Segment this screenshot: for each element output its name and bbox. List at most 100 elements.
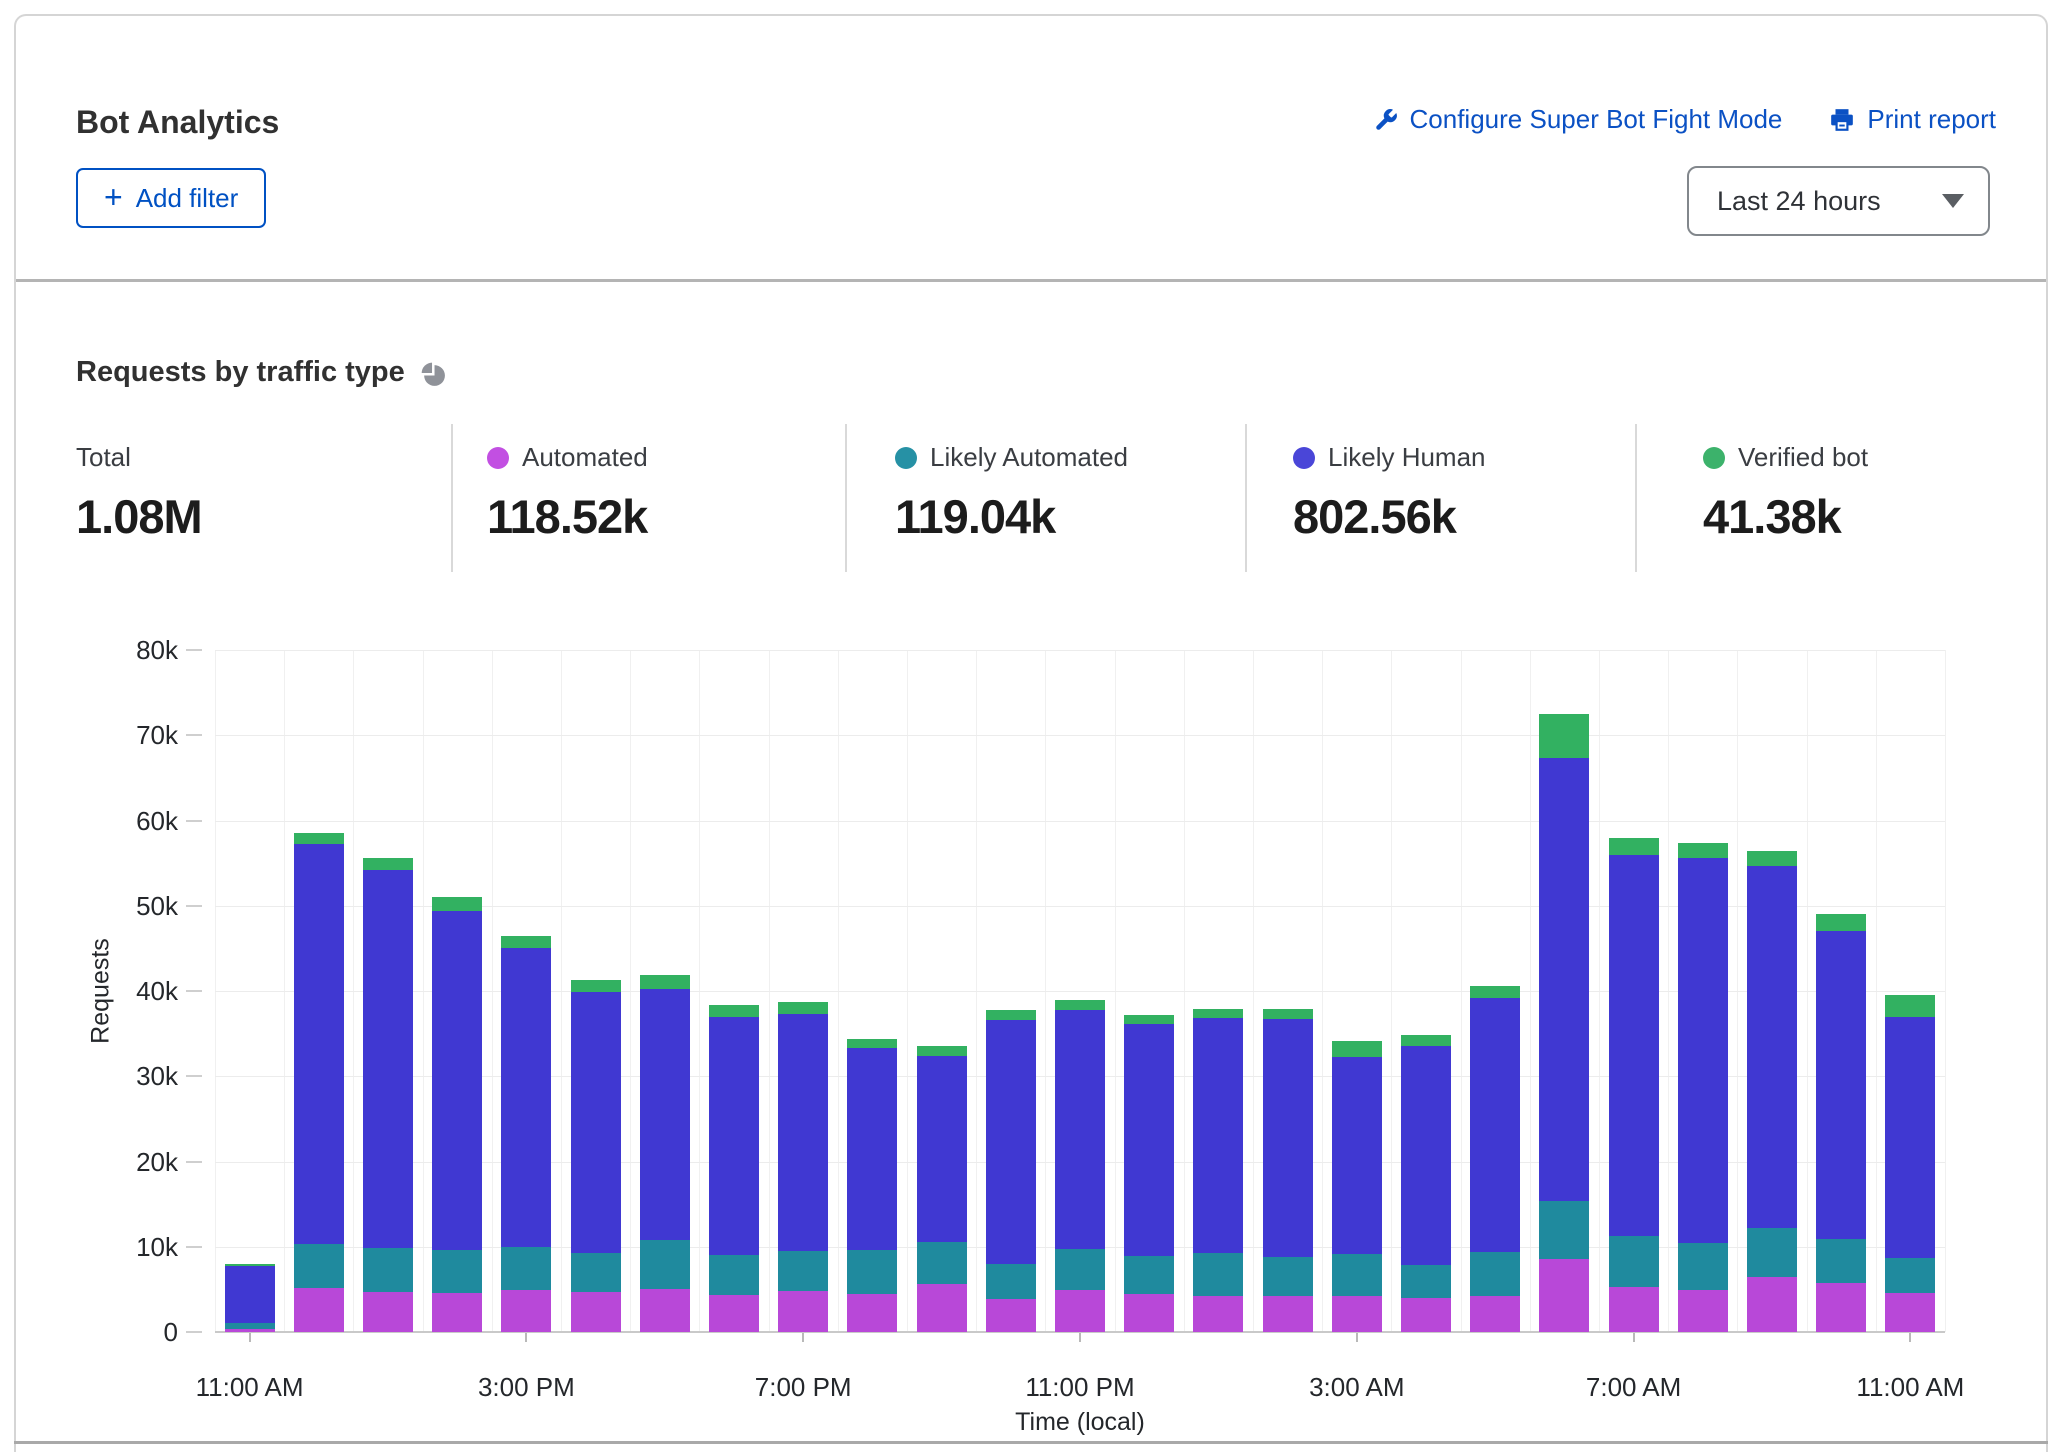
bar-segment-automated[interactable] <box>709 1295 759 1332</box>
bar-segment-likely-automated[interactable] <box>571 1253 621 1292</box>
bar-segment-likely-human[interactable] <box>1747 866 1797 1228</box>
bar-segment-verified-bot[interactable] <box>1470 986 1520 998</box>
bar-segment-likely-automated[interactable] <box>1470 1252 1520 1296</box>
bar-segment-verified-bot[interactable] <box>1401 1035 1451 1046</box>
bar-segment-automated[interactable] <box>1609 1287 1659 1332</box>
bar-segment-automated[interactable] <box>847 1294 897 1332</box>
bar-segment-automated[interactable] <box>501 1290 551 1332</box>
add-filter-button[interactable]: + Add filter <box>76 168 266 228</box>
bar-segment-verified-bot[interactable] <box>1747 851 1797 865</box>
bar-segment-likely-automated[interactable] <box>294 1244 344 1287</box>
bar-segment-likely-human[interactable] <box>1885 1017 1935 1258</box>
bar-segment-automated[interactable] <box>1055 1290 1105 1332</box>
bar-segment-verified-bot[interactable] <box>1055 1000 1105 1010</box>
bar-segment-automated[interactable] <box>778 1291 828 1332</box>
bar-segment-likely-automated[interactable] <box>1609 1236 1659 1287</box>
bar-segment-likely-human[interactable] <box>571 992 621 1253</box>
bar-segment-automated[interactable] <box>1470 1296 1520 1332</box>
bar-segment-likely-automated[interactable] <box>1193 1253 1243 1296</box>
bar-segment-automated[interactable] <box>225 1329 275 1332</box>
bar-segment-verified-bot[interactable] <box>1885 995 1935 1016</box>
bar-segment-likely-automated[interactable] <box>1263 1257 1313 1296</box>
bar-segment-likely-human[interactable] <box>1055 1010 1105 1250</box>
bar-segment-automated[interactable] <box>1263 1296 1313 1332</box>
bar-segment-likely-human[interactable] <box>501 948 551 1246</box>
bar-segment-likely-human[interactable] <box>1332 1057 1382 1255</box>
bar-segment-likely-human[interactable] <box>917 1056 967 1242</box>
bar-segment-likely-automated[interactable] <box>1816 1239 1866 1283</box>
bar-segment-likely-human[interactable] <box>294 844 344 1245</box>
bar-segment-likely-human[interactable] <box>1401 1046 1451 1264</box>
configure-bot-fight-mode-link[interactable]: Configure Super Bot Fight Mode <box>1373 104 1783 135</box>
bar-segment-automated[interactable] <box>917 1284 967 1332</box>
bar-segment-likely-automated[interactable] <box>1747 1228 1797 1277</box>
bar-segment-verified-bot[interactable] <box>1539 714 1589 758</box>
bar-segment-verified-bot[interactable] <box>640 975 690 989</box>
bar-segment-verified-bot[interactable] <box>1609 838 1659 855</box>
bar-segment-verified-bot[interactable] <box>225 1264 275 1267</box>
bar-segment-likely-human[interactable] <box>986 1020 1036 1264</box>
bar-segment-verified-bot[interactable] <box>1816 914 1866 931</box>
bar-segment-automated[interactable] <box>1885 1293 1935 1332</box>
bar-segment-automated[interactable] <box>1124 1294 1174 1332</box>
bar-segment-verified-bot[interactable] <box>847 1039 897 1048</box>
bar-segment-automated[interactable] <box>1747 1277 1797 1332</box>
bar-segment-likely-automated[interactable] <box>1055 1249 1105 1290</box>
bar-segment-verified-bot[interactable] <box>501 936 551 948</box>
bar-segment-verified-bot[interactable] <box>363 858 413 870</box>
bar-segment-likely-automated[interactable] <box>432 1250 482 1293</box>
bar-segment-likely-automated[interactable] <box>847 1250 897 1294</box>
bar-segment-likely-human[interactable] <box>363 870 413 1249</box>
bar-segment-verified-bot[interactable] <box>571 980 621 992</box>
bar-segment-likely-automated[interactable] <box>1885 1258 1935 1293</box>
bar-segment-automated[interactable] <box>986 1299 1036 1332</box>
bar-segment-likely-automated[interactable] <box>709 1255 759 1295</box>
bar-segment-automated[interactable] <box>640 1289 690 1332</box>
bar-segment-likely-human[interactable] <box>778 1014 828 1251</box>
print-report-link[interactable]: Print report <box>1828 104 1996 135</box>
bar-segment-verified-bot[interactable] <box>778 1002 828 1014</box>
bar-segment-likely-automated[interactable] <box>986 1264 1036 1299</box>
bar-segment-automated[interactable] <box>1332 1296 1382 1332</box>
time-range-select[interactable]: Last 24 hours <box>1687 166 1990 236</box>
bar-segment-likely-human[interactable] <box>709 1017 759 1255</box>
bar-segment-likely-automated[interactable] <box>225 1323 275 1328</box>
bar-segment-verified-bot[interactable] <box>986 1010 1036 1020</box>
bar-segment-verified-bot[interactable] <box>432 897 482 911</box>
bar-segment-likely-automated[interactable] <box>640 1240 690 1289</box>
bar-segment-likely-human[interactable] <box>1678 858 1728 1243</box>
bar-segment-likely-automated[interactable] <box>501 1247 551 1290</box>
bar-segment-verified-bot[interactable] <box>1678 843 1728 858</box>
bar-segment-likely-human[interactable] <box>640 989 690 1240</box>
bar-segment-verified-bot[interactable] <box>1332 1041 1382 1056</box>
bar-segment-likely-human[interactable] <box>1470 998 1520 1252</box>
bar-segment-automated[interactable] <box>294 1288 344 1332</box>
bar-segment-automated[interactable] <box>363 1292 413 1332</box>
bar-segment-likely-human[interactable] <box>432 911 482 1250</box>
bar-segment-verified-bot[interactable] <box>709 1005 759 1017</box>
bar-segment-likely-automated[interactable] <box>917 1242 967 1285</box>
bar-segment-automated[interactable] <box>571 1292 621 1332</box>
bar-segment-likely-human[interactable] <box>1609 855 1659 1236</box>
bar-segment-verified-bot[interactable] <box>917 1046 967 1055</box>
bar-segment-likely-automated[interactable] <box>1678 1243 1728 1290</box>
bar-segment-likely-automated[interactable] <box>778 1251 828 1291</box>
bar-segment-likely-human[interactable] <box>1263 1019 1313 1257</box>
bar-segment-automated[interactable] <box>1193 1296 1243 1332</box>
bar-segment-likely-automated[interactable] <box>1124 1256 1174 1294</box>
bar-segment-automated[interactable] <box>1401 1298 1451 1332</box>
bar-segment-automated[interactable] <box>432 1293 482 1332</box>
bar-segment-likely-automated[interactable] <box>1401 1265 1451 1298</box>
bar-segment-verified-bot[interactable] <box>294 833 344 843</box>
bar-segment-likely-automated[interactable] <box>1539 1201 1589 1259</box>
bar-segment-likely-human[interactable] <box>1193 1018 1243 1252</box>
bar-segment-likely-human[interactable] <box>1539 758 1589 1200</box>
bar-segment-verified-bot[interactable] <box>1124 1015 1174 1024</box>
bar-segment-likely-human[interactable] <box>225 1266 275 1323</box>
bar-segment-automated[interactable] <box>1816 1283 1866 1332</box>
bar-segment-likely-human[interactable] <box>847 1048 897 1250</box>
bar-segment-automated[interactable] <box>1678 1290 1728 1332</box>
bar-segment-verified-bot[interactable] <box>1263 1009 1313 1019</box>
bar-segment-automated[interactable] <box>1539 1259 1589 1332</box>
bar-segment-likely-human[interactable] <box>1816 931 1866 1239</box>
